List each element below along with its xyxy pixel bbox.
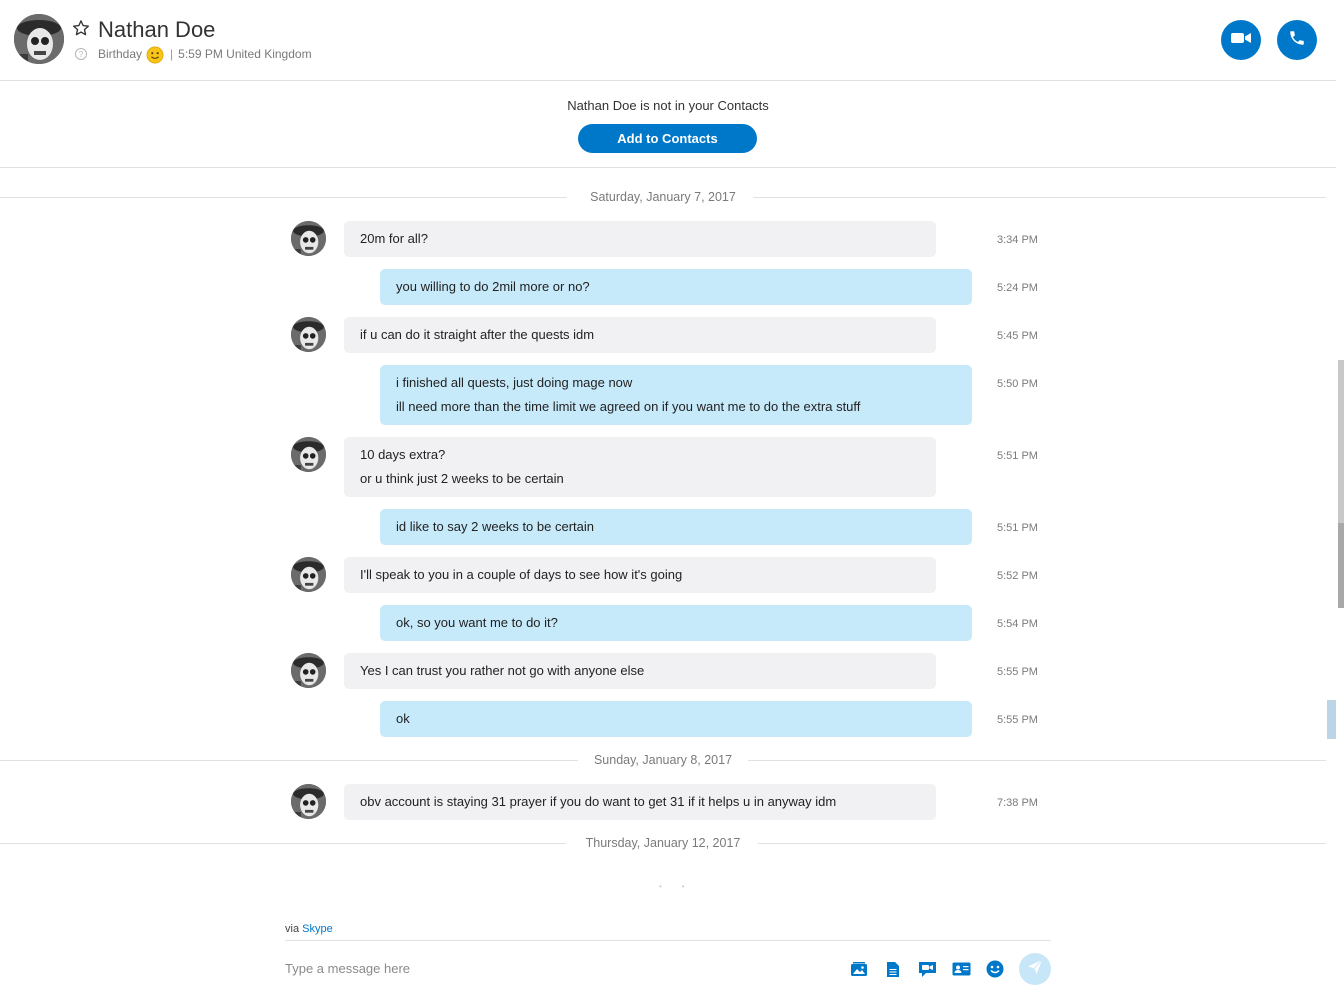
phone-icon: [1288, 29, 1306, 52]
incoming-message-bubble[interactable]: I'll speak to you in a couple of days to…: [344, 557, 936, 593]
sender-avatar[interactable]: [291, 317, 326, 352]
outgoing-message-bubble[interactable]: ok: [380, 701, 972, 737]
contact-avatar[interactable]: [14, 14, 64, 64]
video-message-icon[interactable]: [917, 959, 937, 979]
message-text: I'll speak to you in a couple of days to…: [360, 567, 683, 582]
message-time: 5:54 PM: [997, 618, 1038, 630]
sender-avatar[interactable]: [291, 221, 326, 256]
composer-divider: [285, 940, 1051, 941]
audio-call-button[interactable]: [1277, 20, 1317, 60]
contact-card-icon[interactable]: [951, 959, 971, 979]
outgoing-message-bubble[interactable]: i finished all quests, just doing mage n…: [380, 365, 972, 425]
message-time: 5:45 PM: [997, 330, 1038, 342]
question-icon[interactable]: ?: [75, 48, 87, 60]
message-time: 7:38 PM: [997, 797, 1038, 809]
message-text: Yes I can trust you rather not go with a…: [360, 663, 645, 678]
sender-avatar[interactable]: [291, 784, 326, 819]
not-in-contacts-text: Nathan Doe is not in your Contacts: [567, 98, 769, 113]
incoming-message-bubble[interactable]: if u can do it straight after the quests…: [344, 317, 936, 353]
not-in-contacts-banner: Nathan Doe is not in your Contacts Add t…: [0, 81, 1336, 168]
message-time: 5:51 PM: [997, 450, 1038, 462]
message-time: 5:50 PM: [997, 378, 1038, 390]
date-separator: Thursday, January 12, 2017: [0, 834, 1336, 854]
send-button[interactable]: [1019, 953, 1051, 985]
scroll-position-marker: [1327, 700, 1336, 739]
media-gallery-icon[interactable]: [849, 959, 869, 979]
date-label: Saturday, January 7, 2017: [590, 190, 736, 204]
meta-separator: |: [170, 47, 174, 61]
message-text: if u can do it straight after the quests…: [360, 327, 595, 342]
message-time: 5:55 PM: [997, 666, 1038, 678]
contact-name[interactable]: Nathan Doe: [98, 17, 215, 43]
conversation-header: Nathan Doe ? Birthday | 5:59 PM United K…: [0, 0, 1336, 81]
incoming-message-bubble[interactable]: Yes I can trust you rather not go with a…: [344, 653, 936, 689]
message-time: 5:24 PM: [997, 282, 1038, 294]
message-text: ok, so you want me to do it?: [396, 615, 558, 630]
sender-avatar[interactable]: [291, 653, 326, 688]
incoming-message-bubble[interactable]: obv account is staying 31 prayer if you …: [344, 784, 936, 820]
message-input[interactable]: [285, 954, 825, 982]
sender-avatar[interactable]: [291, 437, 326, 472]
sender-avatar[interactable]: [291, 557, 326, 592]
message-text: i finished all quests, just doing mage n…: [396, 375, 633, 390]
date-label: Thursday, January 12, 2017: [585, 836, 741, 850]
video-camera-icon: [1231, 31, 1251, 50]
date-separator: Sunday, January 8, 2017: [0, 751, 1336, 771]
add-to-contacts-button[interactable]: Add to Contacts: [578, 124, 757, 153]
contact-meta: ? Birthday | 5:59 PM United Kingdom: [75, 46, 312, 64]
scrollbar-thumb-active[interactable]: [1338, 523, 1344, 608]
message-time: 5:51 PM: [997, 522, 1038, 534]
message-text: obv account is staying 31 prayer if you …: [360, 794, 837, 809]
message-time: 3:34 PM: [997, 234, 1038, 246]
smiley-icon: [146, 46, 164, 64]
send-icon: [1027, 959, 1043, 980]
message-text: ok: [396, 711, 410, 726]
birthday-label: Birthday: [98, 47, 143, 61]
incoming-message-bubble[interactable]: 10 days extra? or u think just 2 weeks t…: [344, 437, 936, 497]
date-separator: Saturday, January 7, 2017: [0, 188, 1336, 208]
message-text: you willing to do 2mil more or no?: [396, 279, 590, 294]
via-skype-label: via Skype: [285, 923, 333, 935]
message-text: 10 days extra?: [360, 447, 446, 462]
date-label: Sunday, January 8, 2017: [593, 753, 733, 767]
skype-link[interactable]: Skype: [302, 923, 333, 935]
outgoing-message-bubble[interactable]: id like to say 2 weeks to be certain: [380, 509, 972, 545]
typing-indicator: ••: [659, 882, 705, 891]
local-time: 5:59 PM United Kingdom: [178, 47, 312, 61]
message-text: 20m for all?: [360, 231, 428, 246]
message-time: 5:55 PM: [997, 714, 1038, 726]
outgoing-message-bubble[interactable]: ok, so you want me to do it?: [380, 605, 972, 641]
video-call-button[interactable]: [1221, 20, 1261, 60]
via-prefix: via: [285, 923, 300, 935]
message-text: id like to say 2 weeks to be certain: [396, 519, 594, 534]
message-text: or u think just 2 weeks to be certain: [360, 471, 564, 486]
file-icon[interactable]: [883, 959, 903, 979]
incoming-message-bubble[interactable]: 20m for all?: [344, 221, 936, 257]
outgoing-message-bubble[interactable]: you willing to do 2mil more or no?: [380, 269, 972, 305]
emoticon-icon[interactable]: [985, 959, 1005, 979]
favorite-star-icon[interactable]: [72, 19, 90, 37]
message-time: 5:52 PM: [997, 570, 1038, 582]
message-text: ill need more than the time limit we agr…: [396, 399, 861, 414]
